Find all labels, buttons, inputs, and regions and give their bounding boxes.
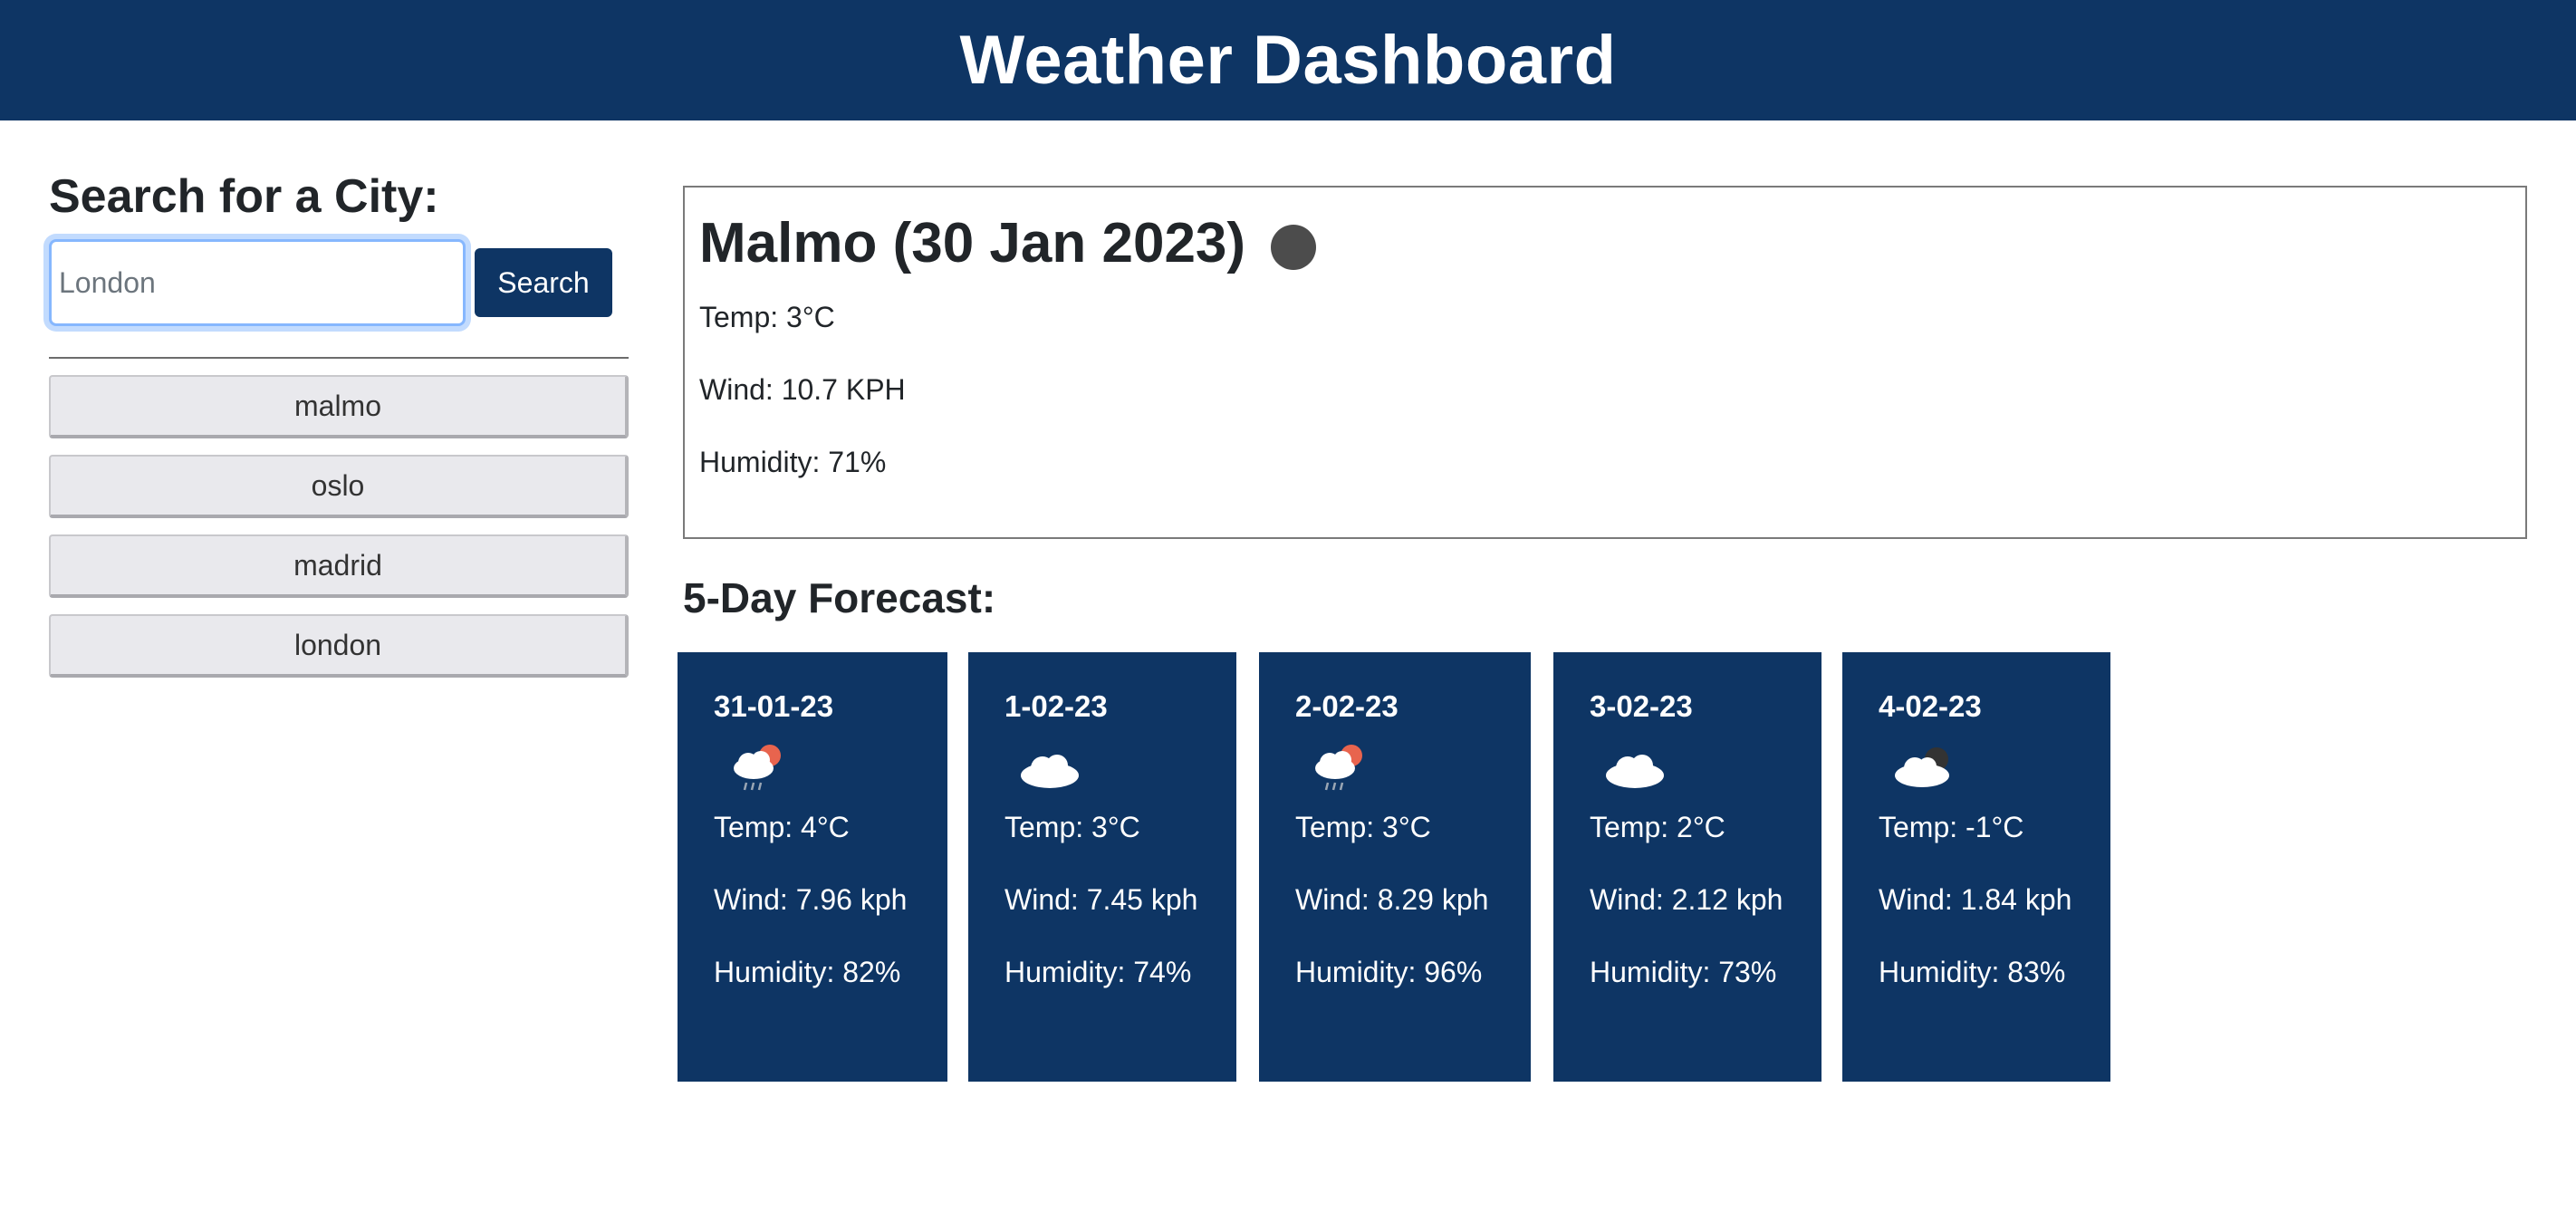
- forecast-date: 2-02-23: [1295, 689, 1399, 723]
- current-temp: Temp: 3°C: [699, 301, 835, 333]
- city-search-input[interactable]: [49, 239, 466, 326]
- forecast-date: 3-02-23: [1590, 689, 1693, 723]
- forecast-humidity: Humidity: 82%: [714, 956, 901, 988]
- forecast-temp: Temp: 3°C: [1004, 811, 1140, 843]
- forecast-date: 1-02-23: [1004, 689, 1108, 723]
- forecast-wind: Wind: 7.96 kph: [714, 883, 908, 916]
- search-heading: Search for a City:: [49, 170, 439, 223]
- forecast-temp: Temp: 2°C: [1590, 811, 1725, 843]
- cloud-icon: [1599, 737, 1671, 801]
- page-title: Weather Dashboard: [959, 22, 1617, 99]
- forecast-temp: Temp: 3°C: [1295, 811, 1431, 843]
- current-weather-panel: Malmo (30 Jan 2023) Temp: 3°C Wind: 10.7…: [683, 186, 2527, 539]
- forecast-card: 2-02-23 Temp: 3°C Wind: 8.29 kph Humidit…: [1259, 652, 1531, 1082]
- forecast-heading: 5-Day Forecast:: [683, 574, 996, 621]
- night-clear-icon: [1271, 225, 1317, 270]
- current-humidity: Humidity: 71%: [699, 446, 887, 478]
- forecast-card: 1-02-23 Temp: 3°C Wind: 7.45 kph Humidit…: [968, 652, 1236, 1082]
- history-button-london[interactable]: london: [49, 614, 629, 678]
- forecast-wind: Wind: 2.12 kph: [1590, 883, 1783, 916]
- forecast-wind: Wind: 8.29 kph: [1295, 883, 1489, 916]
- cloud-icon: [1014, 737, 1086, 801]
- sidebar: Search for a City: Search malmo oslo mad…: [49, 163, 629, 694]
- current-wind: Wind: 10.7 KPH: [699, 373, 906, 406]
- current-city-title: Malmo (30 Jan 2023): [699, 212, 1246, 274]
- forecast-temp: Temp: 4°C: [714, 811, 850, 843]
- forecast-humidity: Humidity: 74%: [1004, 956, 1192, 988]
- history-button-madrid[interactable]: madrid: [49, 534, 629, 598]
- cloud-moon-icon: [1888, 737, 1960, 801]
- forecast-date: 4-02-23: [1879, 689, 1982, 723]
- rain-sun-icon: [723, 737, 795, 801]
- search-row: Search: [49, 239, 629, 326]
- rain-sun-icon: [1304, 737, 1377, 801]
- app-header: Weather Dashboard: [0, 0, 2576, 120]
- forecast-wind: Wind: 1.84 kph: [1879, 883, 2072, 916]
- forecast-card: 3-02-23 Temp: 2°C Wind: 2.12 kph Humidit…: [1553, 652, 1821, 1082]
- forecast-humidity: Humidity: 96%: [1295, 956, 1483, 988]
- history-button-oslo[interactable]: oslo: [49, 455, 629, 518]
- forecast-temp: Temp: -1°C: [1879, 811, 2024, 843]
- divider: [49, 357, 629, 359]
- forecast-humidity: Humidity: 73%: [1590, 956, 1777, 988]
- forecast-wind: Wind: 7.45 kph: [1004, 883, 1198, 916]
- forecast-card: 31-01-23 Temp: 4°C Wind: 7.96 kph Humidi…: [678, 652, 947, 1082]
- history-button-malmo[interactable]: malmo: [49, 375, 629, 438]
- search-history-list: malmo oslo madrid london: [49, 375, 629, 694]
- search-button[interactable]: Search: [475, 248, 612, 317]
- current-weather-title-row: Malmo (30 Jan 2023): [699, 207, 2511, 280]
- forecast-date: 31-01-23: [714, 689, 834, 723]
- forecast-humidity: Humidity: 83%: [1879, 956, 2066, 988]
- forecast-card: 4-02-23 Temp: -1°C Wind: 1.84 kph Humidi…: [1842, 652, 2110, 1082]
